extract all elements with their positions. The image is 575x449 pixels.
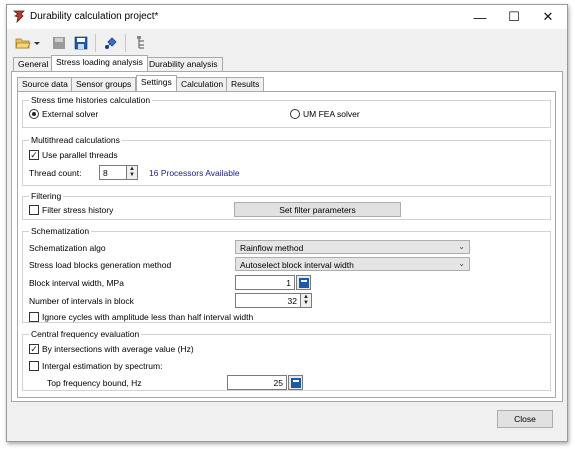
- open-folder-icon[interactable]: [15, 35, 31, 51]
- tab-source-data[interactable]: Source data: [17, 77, 73, 91]
- group-title: Filtering: [29, 191, 64, 201]
- minimize-button[interactable]: —: [463, 5, 497, 29]
- external-solver-label: External solver: [42, 109, 99, 119]
- by-intersections-checkbox[interactable]: ✓: [29, 344, 39, 354]
- thread-count-input[interactable]: 8: [99, 165, 127, 180]
- main-window: Durability calculation project* — ☐ ✕ Ge…: [6, 4, 568, 442]
- group-title: Central frequency evaluation: [29, 329, 142, 339]
- app-icon: [12, 10, 25, 24]
- tab-settings[interactable]: Settings: [136, 75, 177, 91]
- save-icon[interactable]: [73, 35, 89, 51]
- title-bar[interactable]: Durability calculation project* — ☐ ✕: [7, 5, 567, 29]
- number-of-intervals-stepper[interactable]: ▲ ▼: [300, 293, 312, 308]
- by-intersections-label: By intersections with average value (Hz): [42, 344, 194, 354]
- tree-icon[interactable]: [135, 35, 151, 51]
- chevron-down-icon[interactable]: ▼: [127, 172, 137, 178]
- external-solver-radio[interactable]: [29, 109, 39, 119]
- stress-load-blocks-method-select[interactable]: Autoselect block interval width ⌄: [235, 257, 470, 271]
- tab-stress-loading-analysis[interactable]: Stress loading analysis: [51, 55, 148, 71]
- use-parallel-threads-checkbox[interactable]: ✓: [29, 150, 39, 160]
- number-of-intervals-input[interactable]: 32: [235, 293, 301, 308]
- ignore-cycles-checkbox[interactable]: [29, 312, 39, 322]
- top-frequency-bound-label: Top frequency bound, Hz: [47, 378, 142, 388]
- filtering-group: Filtering Filter stress history Set filt…: [22, 191, 551, 220]
- thread-count-stepper[interactable]: ▲ ▼: [126, 165, 138, 180]
- run-icon[interactable]: [103, 35, 119, 51]
- group-title: Schematization: [29, 226, 92, 236]
- um-fea-solver-label: UM FEA solver: [303, 109, 360, 119]
- close-window-button[interactable]: ✕: [531, 5, 565, 29]
- maximize-button[interactable]: ☐: [497, 5, 531, 29]
- ignore-cycles-label: Ignore cycles with amplitude less than h…: [42, 312, 254, 322]
- tab-results[interactable]: Results: [226, 77, 265, 91]
- multithread-group: Multithread calculations ✓ Use parallel …: [22, 135, 551, 186]
- stress-load-blocks-method-value: Autoselect block interval width: [240, 260, 354, 270]
- um-fea-solver-radio[interactable]: [290, 109, 300, 119]
- schematization-algo-value: Rainflow method: [240, 243, 304, 253]
- processors-available-text: 16 Processors Available: [149, 168, 240, 178]
- calculator-icon[interactable]: [288, 375, 303, 390]
- schematization-group: Schematization Schematization algo Rainf…: [22, 226, 551, 323]
- stress-load-blocks-method-label: Stress load blocks generation method: [29, 260, 172, 270]
- group-title: Multithread calculations: [29, 135, 122, 145]
- window-title: Durability calculation project*: [30, 11, 159, 22]
- calculator-icon[interactable]: [296, 275, 311, 290]
- stress-time-histories-group: Stress time histories calculation Extern…: [22, 95, 551, 128]
- save-disabled-icon: [51, 35, 67, 51]
- group-title: Stress time histories calculation: [29, 95, 153, 105]
- use-parallel-threads-label: Use parallel threads: [42, 150, 118, 160]
- toolbar-separator: [95, 34, 96, 52]
- settings-panel: Stress time histories calculation Extern…: [17, 91, 556, 398]
- tab-sensor-groups[interactable]: Sensor groups: [71, 77, 137, 91]
- tab-general[interactable]: General: [13, 57, 54, 71]
- schematization-algo-select[interactable]: Rainflow method ⌄: [235, 240, 470, 254]
- close-button[interactable]: Close: [497, 410, 553, 428]
- toolbar-separator: [125, 34, 126, 52]
- dropdown-arrow-icon[interactable]: [33, 35, 41, 51]
- integral-estimation-checkbox[interactable]: [29, 361, 39, 371]
- top-frequency-bound-input[interactable]: 25: [227, 375, 287, 390]
- block-interval-width-label: Block interval width, MPa: [29, 278, 124, 288]
- tab-calculation[interactable]: Calculation: [176, 77, 229, 91]
- set-filter-parameters-button[interactable]: Set filter parameters: [234, 202, 401, 217]
- thread-count-label: Thread count:: [29, 168, 82, 178]
- number-of-intervals-label: Number of intervals in block: [29, 296, 134, 306]
- filter-stress-history-checkbox[interactable]: [29, 205, 39, 215]
- filter-stress-history-label: Filter stress history: [42, 205, 114, 215]
- toolbar: [7, 30, 567, 56]
- integral-estimation-label: Intergal estimation by spectrum:: [42, 361, 163, 371]
- chevron-down-icon: ⌄: [458, 242, 465, 251]
- tab-durability-analysis[interactable]: Durability analysis: [144, 57, 223, 71]
- schematization-algo-label: Schematization algo: [29, 243, 106, 253]
- chevron-down-icon: ⌄: [458, 259, 465, 268]
- central-frequency-group: Central frequency evaluation ✓ By inters…: [22, 329, 551, 391]
- chevron-down-icon[interactable]: ▼: [301, 300, 311, 306]
- block-interval-width-input[interactable]: 1: [235, 275, 295, 290]
